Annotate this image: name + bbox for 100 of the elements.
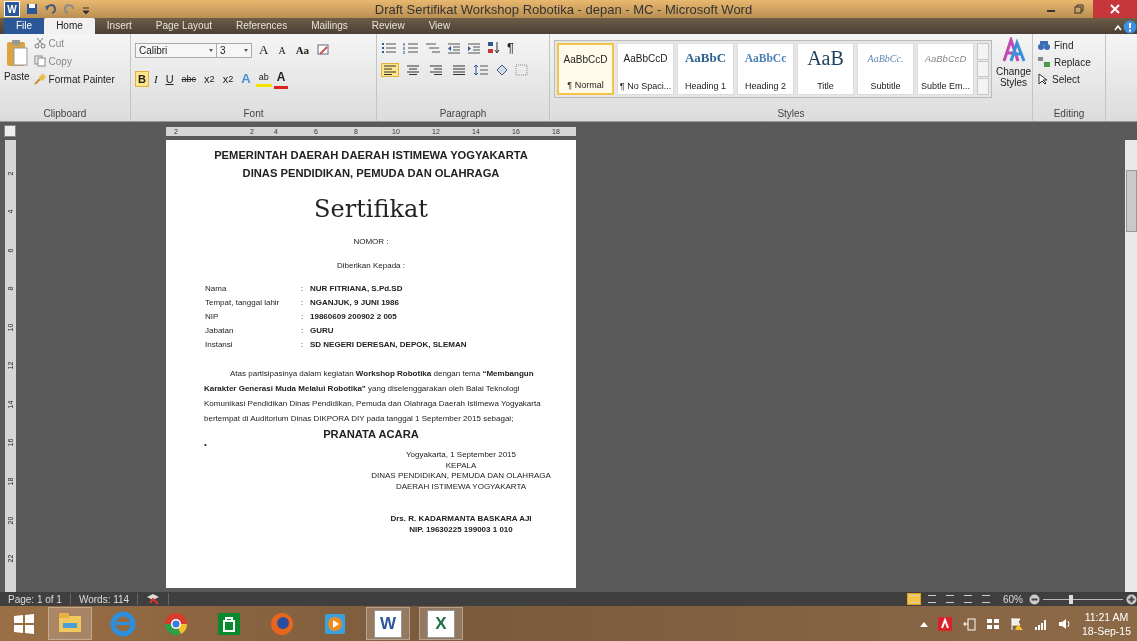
view-button[interactable] <box>925 593 939 605</box>
letterhead-line: DINAS PENDIDIKAN, PEMUDA DAN OLAHRAGA <box>241 166 501 181</box>
taskbar-app[interactable]: X <box>419 607 463 640</box>
windows-flag-icon[interactable] <box>985 616 1000 631</box>
taskbar-app[interactable]: W <box>366 607 410 640</box>
align-button[interactable] <box>381 63 399 77</box>
group-label: Styles <box>777 108 805 119</box>
find-button[interactable]: Find <box>1037 39 1101 51</box>
replace-icon <box>1037 56 1051 68</box>
view-button[interactable] <box>943 593 957 605</box>
style-swatch[interactable]: AaBbCc. Subtitle <box>857 43 914 95</box>
help-icon[interactable] <box>1123 20 1137 34</box>
signature-line: DINAS PENDIDIKAN, PEMUDA DAN OLAHRAGA <box>370 471 552 482</box>
field-label: Tempat, tanggal lahir <box>205 297 281 308</box>
tab-selector[interactable] <box>4 125 16 137</box>
font-tool-button[interactable]: A <box>275 42 289 58</box>
style-swatch[interactable]: AaB Title <box>797 43 854 95</box>
multilevel-list-icon[interactable] <box>425 41 441 54</box>
vertical-scrollbar[interactable] <box>1125 140 1137 592</box>
font-tool-button[interactable]: Aa <box>292 42 313 58</box>
field-value: SD NEGERI DERESAN, DEPOK, SLEMAN <box>310 339 468 350</box>
sort-icon[interactable] <box>487 41 501 54</box>
view-button[interactable] <box>979 593 993 605</box>
line-spacing-icon[interactable] <box>473 64 489 76</box>
ribbon-tab[interactable]: Mailings <box>299 18 360 34</box>
style-swatch[interactable]: AaBbCcD ¶ No Spaci... <box>617 43 674 95</box>
clock[interactable]: 11:21 AM 18-Sep-15 <box>1081 609 1131 638</box>
save-icon[interactable] <box>26 3 38 15</box>
align-button[interactable] <box>427 63 445 77</box>
warning-flag-icon[interactable] <box>1009 616 1024 631</box>
view-button[interactable] <box>961 593 975 605</box>
font-tool-button[interactable]: A <box>256 40 272 60</box>
field-colon: : <box>301 297 305 308</box>
body-paragraph: Atas partisipasinya dalam kegiatan Workshop Robotika dengan tema “Membangun Karakter Generasi Muda Melalui Robotika” yang diselenggarakan oleh Balai Teknologi Komunikasi Pendidikan Dinas Pendidikan, Pemuda dan Olahraga Daerah Istimewa Yogyakarta bertempat di Auditorium Dinas DIKPORA DIY pada tanggal 1 September 2015 sebagai; <box>203 368 542 425</box>
ribbon-tab[interactable]: Home <box>44 18 95 34</box>
font-size-field[interactable]: 3 <box>216 42 252 58</box>
select-button[interactable]: Select <box>1037 73 1101 85</box>
show-marks-button[interactable]: ¶ <box>507 40 514 55</box>
bullet: • <box>203 440 208 450</box>
zoom-in-icon[interactable] <box>1126 593 1137 605</box>
ribbon-tab[interactable]: View <box>416 18 463 34</box>
field-colon: : <box>301 311 305 322</box>
ribbon-tab[interactable]: References <box>224 18 300 34</box>
zoom-slider-thumb[interactable] <box>1069 594 1073 604</box>
ribbon-tab[interactable]: File <box>4 18 45 34</box>
format-button[interactable]: abc <box>178 71 200 86</box>
section-heading: PRANATA ACARA <box>322 428 420 440</box>
start-windows-icon[interactable] <box>13 612 35 635</box>
increase-indent-icon[interactable] <box>467 41 481 54</box>
color-tool-button[interactable]: A <box>273 68 289 89</box>
align-button[interactable] <box>404 63 422 77</box>
decrease-indent-icon[interactable] <box>447 41 461 54</box>
clear-formatting-icon[interactable] <box>316 43 331 57</box>
volume-icon[interactable] <box>1057 616 1072 631</box>
signature-line: DAERAH ISTIMEWA YOGYAKARTA <box>394 481 528 492</box>
signature-line: KEPALA <box>444 460 478 471</box>
close-icon[interactable] <box>1110 4 1120 14</box>
close-button[interactable] <box>1093 0 1137 18</box>
shading-icon[interactable] <box>494 64 510 76</box>
change-styles-button[interactable]: Change Styles <box>996 37 1032 106</box>
style-swatch[interactable]: AaBbCcD Subtle Em... <box>917 43 974 95</box>
page-count[interactable]: Page: 1 of 1 <box>8 593 62 605</box>
style-swatch[interactable]: AaBbCcD ¶ Normal <box>557 43 614 95</box>
show-hidden-icons-icon[interactable] <box>919 620 928 627</box>
field-colon: : <box>301 325 305 336</box>
format-painter-button[interactable]: Format Painter <box>33 73 115 85</box>
font-name-field[interactable]: Calibri <box>135 42 217 58</box>
group-label: Paragraph <box>439 108 487 119</box>
word-count[interactable]: Words: 114 <box>78 593 130 605</box>
format-button[interactable]: U <box>162 70 177 87</box>
clipboard-icon <box>4 39 29 69</box>
align-button[interactable] <box>450 63 468 77</box>
number-label: NOMOR : <box>352 236 390 247</box>
style-swatch[interactable]: AaBbCc Heading 2 <box>737 43 794 95</box>
brush-icon <box>33 73 46 85</box>
restore-icon[interactable] <box>1074 4 1084 14</box>
group-label: Font <box>243 108 264 119</box>
zoom-out-icon[interactable] <box>1029 593 1040 605</box>
caret-icon <box>209 48 213 52</box>
color-tool-button[interactable]: ab <box>255 70 272 87</box>
power-plug-icon[interactable] <box>961 616 976 631</box>
field-colon: : <box>301 339 305 350</box>
antivirus-icon[interactable] <box>937 616 952 631</box>
replace-button[interactable]: Replace <box>1037 56 1101 68</box>
bullets-icon[interactable] <box>381 41 397 54</box>
ribbon-tab[interactable]: Insert <box>94 18 144 34</box>
format-button[interactable]: I <box>150 70 161 87</box>
paste-button[interactable]: Paste <box>4 37 30 106</box>
zoom-level[interactable]: 60% <box>1003 593 1023 605</box>
ribbon-tab[interactable]: Review <box>359 18 417 34</box>
proofing-book-icon[interactable] <box>146 593 161 605</box>
group-label: Editing <box>1053 108 1085 119</box>
undo-icon[interactable] <box>44 3 58 15</box>
field-label: NIP <box>205 311 220 322</box>
ribbon-tab[interactable]: Page Layout <box>143 18 224 34</box>
align-lines-icon <box>407 65 419 75</box>
align-lines-icon <box>430 65 442 75</box>
style-swatch[interactable]: AaBbC Heading 1 <box>677 43 734 95</box>
format-button[interactable]: B <box>135 70 149 87</box>
window-title: Draft Sertifikat Workshop Robotika - depan - MC - Microsoft Word <box>373 1 754 17</box>
